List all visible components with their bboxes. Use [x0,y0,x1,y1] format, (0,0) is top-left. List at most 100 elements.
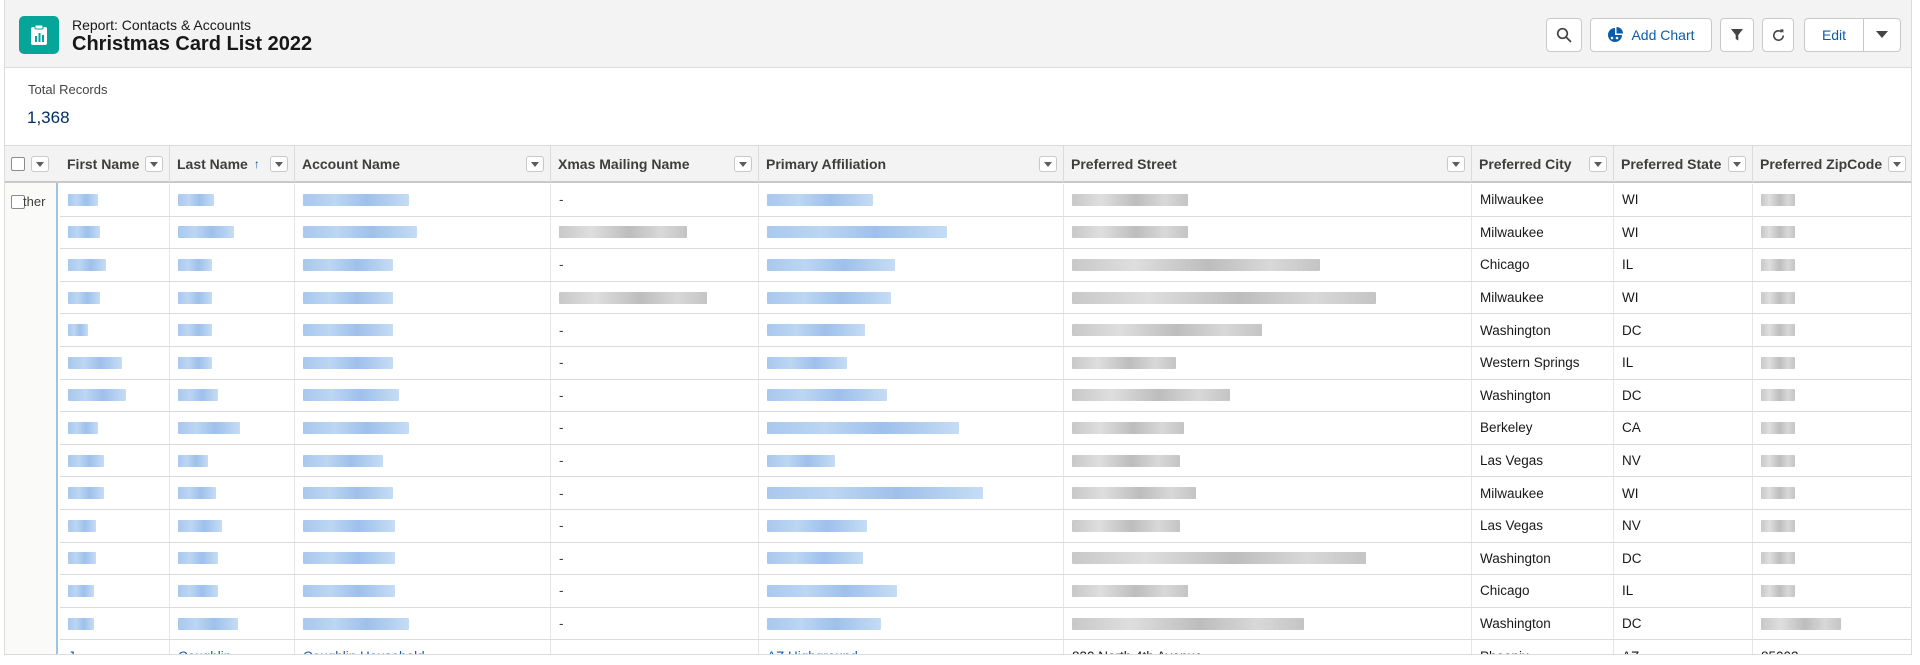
redacted-value[interactable] [767,421,959,434]
cell-account-name[interactable] [295,281,551,314]
redacted-value[interactable] [68,356,122,369]
edit-menu-button[interactable] [1863,18,1901,52]
cell-first-name[interactable] [60,379,170,412]
redacted-value[interactable] [303,487,393,500]
cell-primary-affiliation[interactable] [759,607,1064,640]
column-header-account-name[interactable]: Account Name [295,146,551,182]
cell-primary-affiliation[interactable] [759,347,1064,379]
column-header-xmas-mailing-name[interactable]: Xmas Mailing Name [551,146,759,182]
cell-last-name[interactable] [170,444,295,477]
cell-account-name[interactable] [295,477,551,509]
cell-value[interactable]: AZ Highground [767,649,858,654]
cell-first-name[interactable] [60,575,170,607]
cell-primary-affiliation[interactable]: AZ Highground [759,640,1064,654]
cell-primary-affiliation[interactable] [759,575,1064,607]
redacted-value[interactable] [767,454,835,467]
cell-account-name[interactable] [295,444,551,477]
cell-first-name[interactable] [60,314,170,346]
redacted-value[interactable] [303,584,395,597]
filter-button[interactable] [1720,18,1754,52]
cell-first-name[interactable] [60,281,170,314]
redacted-value[interactable] [767,324,865,337]
redacted-value[interactable] [178,487,216,500]
row-menu-button[interactable] [31,156,49,172]
column-menu-button[interactable] [1728,156,1746,172]
column-header-preferred-city[interactable]: Preferred City [1472,146,1614,182]
redacted-value[interactable] [178,193,214,206]
redacted-value[interactable] [767,226,947,239]
sort-ascending-icon[interactable]: ↑ [254,157,260,171]
redacted-value[interactable] [178,552,218,565]
redacted-value[interactable] [68,454,104,467]
redacted-value[interactable] [303,193,409,206]
redacted-value[interactable] [767,584,897,597]
select-all-checkbox[interactable] [11,157,25,171]
cell-primary-affiliation[interactable] [759,281,1064,314]
redacted-value[interactable] [68,584,94,597]
cell-primary-affiliation[interactable] [759,477,1064,509]
redacted-value[interactable] [178,226,234,239]
redacted-value[interactable] [767,193,873,206]
cell-last-name[interactable] [170,575,295,607]
cell-primary-affiliation[interactable] [759,412,1064,444]
redacted-value[interactable] [303,552,395,565]
redacted-value[interactable] [303,617,409,630]
column-header-first-name[interactable]: First Name [60,146,170,182]
column-header-primary-affiliation[interactable]: Primary Affiliation [759,146,1064,182]
search-button[interactable] [1546,18,1582,52]
redacted-value[interactable] [767,291,891,304]
cell-value[interactable]: Coughlin [178,649,231,654]
redacted-value[interactable] [767,617,881,630]
cell-primary-affiliation[interactable] [759,249,1064,281]
redacted-value[interactable] [767,389,887,402]
cell-account-name[interactable] [295,184,551,216]
redacted-value[interactable] [767,487,983,500]
cell-account-name[interactable] [295,314,551,346]
redacted-value[interactable] [68,324,88,337]
redacted-value[interactable] [68,519,96,532]
redacted-value[interactable] [303,356,393,369]
redacted-value[interactable] [303,258,393,271]
cell-account-name[interactable] [295,412,551,444]
redacted-value[interactable] [303,519,395,532]
column-menu-button[interactable] [1447,156,1465,172]
add-chart-button[interactable]: Add Chart [1590,18,1712,52]
cell-account-name[interactable] [295,510,551,542]
cell-account-name[interactable] [295,347,551,379]
redacted-value[interactable] [68,487,104,500]
redacted-value[interactable] [68,617,94,630]
refresh-button[interactable] [1762,18,1794,52]
column-header-preferred-state[interactable]: Preferred State [1614,146,1753,182]
redacted-value[interactable] [303,389,399,402]
cell-account-name[interactable] [295,249,551,281]
column-header-last-name[interactable]: Last Name ↑ [170,146,295,182]
edit-button[interactable]: Edit [1804,18,1864,52]
column-menu-button[interactable] [1888,156,1906,172]
redacted-value[interactable] [178,617,238,630]
cell-account-name[interactable]: Coughlin Household [295,640,551,654]
redacted-value[interactable] [178,421,240,434]
redacted-value[interactable] [767,356,847,369]
column-menu-button[interactable] [734,156,752,172]
cell-first-name[interactable] [60,216,170,249]
cell-primary-affiliation[interactable] [759,184,1064,216]
column-header-preferred-street[interactable]: Preferred Street [1064,146,1472,182]
cell-first-name[interactable] [60,477,170,509]
cell-first-name[interactable] [60,542,170,575]
cell-last-name[interactable] [170,184,295,216]
cell-account-name[interactable] [295,575,551,607]
cell-last-name[interactable] [170,281,295,314]
redacted-value[interactable] [178,356,212,369]
cell-last-name[interactable] [170,607,295,640]
cell-last-name[interactable]: Coughlin [170,640,295,654]
redacted-value[interactable] [68,291,100,304]
column-menu-button[interactable] [1039,156,1057,172]
cell-primary-affiliation[interactable] [759,314,1064,346]
column-menu-button[interactable] [1589,156,1607,172]
cell-first-name[interactable] [60,510,170,542]
cell-account-name[interactable] [295,607,551,640]
cell-primary-affiliation[interactable] [759,379,1064,412]
cell-first-name[interactable] [60,412,170,444]
cell-primary-affiliation[interactable] [759,510,1064,542]
cell-value[interactable]: J [68,649,75,654]
